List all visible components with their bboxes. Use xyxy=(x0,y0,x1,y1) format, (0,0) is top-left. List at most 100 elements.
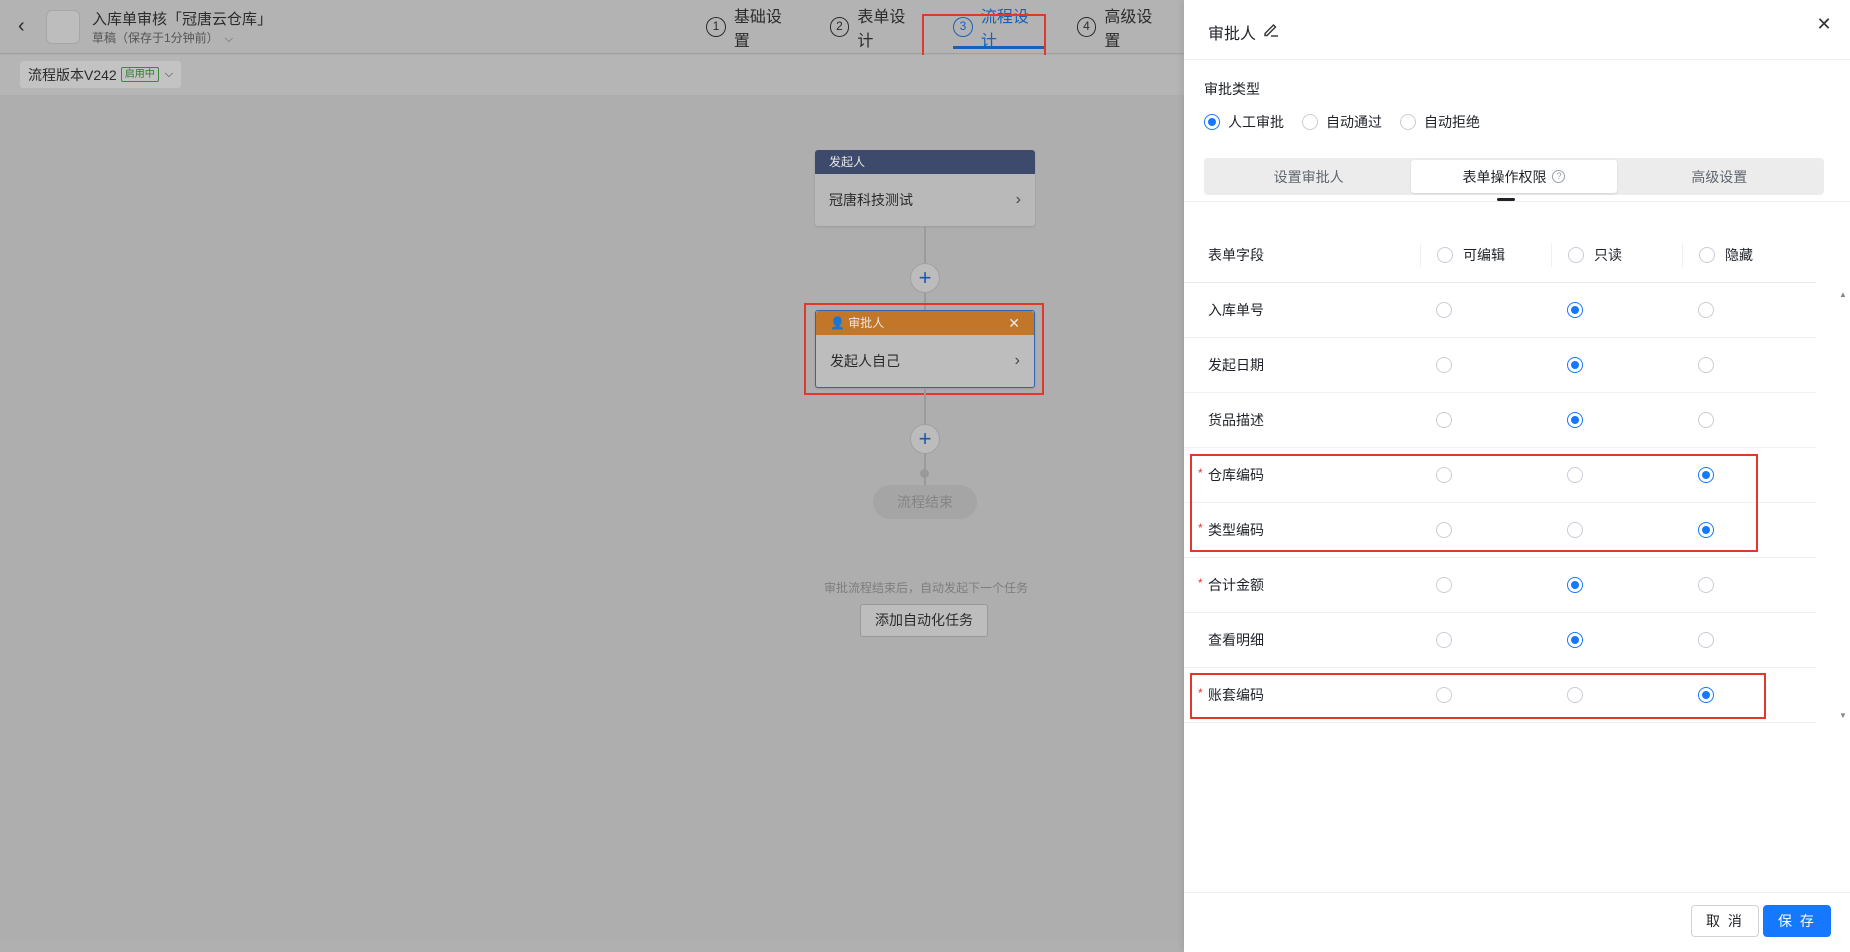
close-icon[interactable]: ✕ xyxy=(1816,15,1832,33)
column-header-label: 只读 xyxy=(1594,247,1622,263)
add-node-button[interactable]: + xyxy=(910,263,940,293)
scroll-up-icon[interactable]: ▲ xyxy=(1838,290,1848,299)
field-name: * 仓库编码 xyxy=(1184,465,1420,485)
radio-manual-approval[interactable]: 人工审批 xyxy=(1204,112,1284,132)
select-all-radio[interactable] xyxy=(1699,247,1715,263)
field-name: * 合计金额 xyxy=(1184,575,1420,595)
readonly-cell xyxy=(1551,302,1682,318)
editable-radio[interactable] xyxy=(1436,522,1452,538)
column-header-label: 隐藏 xyxy=(1725,247,1753,263)
save-button[interactable]: 保 存 xyxy=(1763,905,1831,937)
help-icon[interactable]: ? xyxy=(1552,170,1566,183)
tab-set-approver[interactable]: 设置审批人 xyxy=(1206,160,1411,193)
field-label: 查看明细 xyxy=(1208,632,1264,648)
column-header-hidden[interactable]: 隐藏 xyxy=(1682,243,1813,267)
hidden-radio[interactable] xyxy=(1698,577,1714,593)
approver-node[interactable]: 👤 审批人 ✕ 发起人自己 › xyxy=(815,310,1035,388)
version-label: 流程版本V242 xyxy=(28,66,117,83)
node-header-label-wrap: 👤 审批人 xyxy=(830,311,884,335)
readonly-radio[interactable] xyxy=(1567,467,1583,483)
chevron-right-icon: › xyxy=(1014,352,1020,369)
node-header: 👤 审批人 ✕ xyxy=(816,311,1034,335)
radio-label: 自动通过 xyxy=(1326,114,1382,130)
connector-line xyxy=(924,388,926,424)
field-name: 查看明细 xyxy=(1184,630,1420,650)
hidden-radio[interactable] xyxy=(1698,687,1714,703)
approval-type-radio-group: 人工审批 自动通过 自动拒绝 xyxy=(1204,112,1498,132)
column-header-readonly[interactable]: 只读 xyxy=(1551,243,1682,267)
tab-advanced-settings[interactable]: 高级设置 xyxy=(1617,160,1822,193)
editable-radio[interactable] xyxy=(1436,577,1452,593)
connector-line xyxy=(924,293,926,310)
radio-auto-reject[interactable]: 自动拒绝 xyxy=(1400,112,1480,132)
drawer-title: 审批人 xyxy=(1208,26,1257,43)
back-icon[interactable]: ‹ xyxy=(18,15,38,37)
readonly-radio[interactable] xyxy=(1567,687,1583,703)
cancel-button[interactable]: 取 消 xyxy=(1691,905,1759,937)
hidden-cell xyxy=(1682,412,1813,428)
editable-radio[interactable] xyxy=(1436,302,1452,318)
field-label: 仓库编码 xyxy=(1208,467,1264,483)
add-automation-button[interactable]: 添加自动化任务 xyxy=(860,604,988,637)
tab-form-permissions[interactable]: 表单操作权限? xyxy=(1411,160,1617,193)
table-header-row: 表单字段 可编辑 只读 隐藏 xyxy=(1184,228,1816,283)
step-basic-settings[interactable]: 1 基础设置 xyxy=(690,0,814,54)
hidden-radio[interactable] xyxy=(1698,467,1714,483)
hidden-radio[interactable] xyxy=(1698,522,1714,538)
radio-button[interactable] xyxy=(1302,114,1318,130)
scroll-down-icon[interactable]: ▼ xyxy=(1838,711,1848,720)
node-header-label: 审批人 xyxy=(848,316,885,330)
table-row: 发起日期 xyxy=(1184,338,1816,393)
hidden-cell xyxy=(1682,302,1813,318)
node-header: 发起人 xyxy=(815,150,1035,174)
hidden-cell xyxy=(1682,467,1813,483)
column-header-field: 表单字段 xyxy=(1208,247,1264,263)
step-form-design[interactable]: 2 表单设计 xyxy=(814,0,938,54)
editable-radio[interactable] xyxy=(1436,357,1452,373)
add-node-button[interactable]: + xyxy=(910,424,940,454)
step-advanced-settings[interactable]: 4 高级设置 xyxy=(1061,0,1185,54)
editable-cell xyxy=(1420,632,1551,648)
readonly-radio[interactable] xyxy=(1567,412,1583,428)
readonly-cell xyxy=(1551,467,1682,483)
readonly-cell xyxy=(1551,632,1682,648)
readonly-radio[interactable] xyxy=(1567,357,1583,373)
step-flow-design[interactable]: 3 流程设计 xyxy=(937,0,1061,54)
column-header-editable[interactable]: 可编辑 xyxy=(1420,243,1551,267)
drawer-header: 审批人 ✕ xyxy=(1184,0,1850,60)
step-label: 高级设置 xyxy=(1104,9,1153,50)
field-label: 入库单号 xyxy=(1208,302,1264,318)
hidden-radio[interactable] xyxy=(1698,302,1714,318)
editable-radio[interactable] xyxy=(1436,467,1452,483)
initiator-node[interactable]: 发起人 冠唐科技测试 › xyxy=(815,150,1035,226)
editable-radio[interactable] xyxy=(1436,412,1452,428)
readonly-radio[interactable] xyxy=(1567,522,1583,538)
close-icon[interactable]: ✕ xyxy=(1008,311,1020,335)
radio-button[interactable] xyxy=(1400,114,1416,130)
editable-radio[interactable] xyxy=(1436,687,1452,703)
approver-settings-drawer: 审批人 ✕ 审批类型 人工审批 自动通过 自动拒绝 设置审批人 表单操作权限? … xyxy=(1184,0,1850,952)
edit-icon[interactable] xyxy=(1262,20,1280,38)
tab-label: 高级设置 xyxy=(1691,168,1748,185)
radio-auto-pass[interactable]: 自动通过 xyxy=(1302,112,1382,132)
table-row: * 账套编码 xyxy=(1184,668,1816,723)
required-mark: * xyxy=(1198,576,1203,590)
table-row: 入库单号 xyxy=(1184,283,1816,338)
hidden-radio[interactable] xyxy=(1698,412,1714,428)
node-header-label: 发起人 xyxy=(829,155,866,169)
readonly-radio[interactable] xyxy=(1567,632,1583,648)
hidden-radio[interactable] xyxy=(1698,357,1714,373)
horizontal-scrollbar[interactable] xyxy=(0,940,1184,952)
readonly-radio[interactable] xyxy=(1567,302,1583,318)
chevron-down-icon: ⌵ xyxy=(164,68,174,80)
select-all-radio[interactable] xyxy=(1437,247,1453,263)
field-name: 入库单号 xyxy=(1184,300,1420,320)
editable-radio[interactable] xyxy=(1436,632,1452,648)
readonly-radio[interactable] xyxy=(1567,577,1583,593)
select-all-radio[interactable] xyxy=(1568,247,1584,263)
version-selector[interactable]: 流程版本V242 启用中 ⌵ xyxy=(20,61,182,88)
document-status[interactable]: 草稿（保存于1分钟前） ⌵ xyxy=(92,29,233,46)
radio-button[interactable] xyxy=(1204,114,1220,130)
hidden-radio[interactable] xyxy=(1698,632,1714,648)
table-scrollbar[interactable]: ▲ ▼ xyxy=(1838,290,1848,720)
